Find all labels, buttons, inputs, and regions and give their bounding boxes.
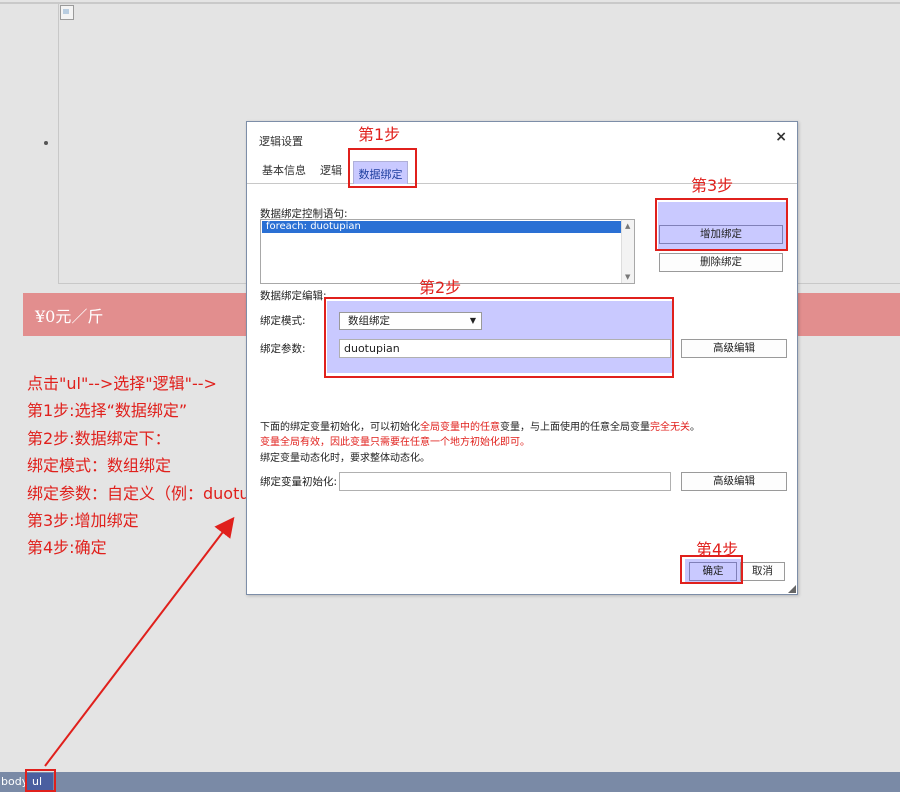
annotation-arrow [44, 516, 235, 767]
